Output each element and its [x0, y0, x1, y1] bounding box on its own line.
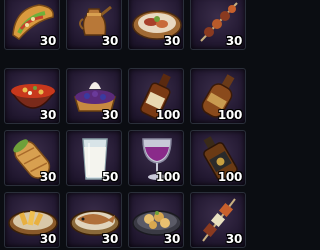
kebab-slot[interactable]: 30: [190, 192, 246, 248]
fish-plate-slot[interactable]: 30: [66, 192, 122, 248]
wine-glass-slot[interactable]: 100: [128, 130, 184, 186]
quantity-label: 30: [39, 34, 56, 48]
brown-bottle-slot[interactable]: 100: [128, 68, 184, 124]
taco-slot[interactable]: 30: [4, 0, 60, 50]
quantity-label: 30: [101, 34, 118, 48]
milk-glass-slot[interactable]: 50: [66, 130, 122, 186]
quantity-label: 30: [163, 34, 180, 48]
quantity-label: 100: [217, 170, 242, 184]
berry-tart-slot[interactable]: 30: [66, 68, 122, 124]
whiskey-bottle-slot[interactable]: 100: [190, 130, 246, 186]
quantity-label: 30: [39, 232, 56, 246]
meat-platter-slot[interactable]: 30: [128, 0, 184, 50]
quantity-label: 30: [39, 170, 56, 184]
quantity-label: 30: [101, 108, 118, 122]
quantity-label: 30: [163, 232, 180, 246]
quantity-label: 30: [39, 108, 56, 122]
quantity-label: 30: [101, 232, 118, 246]
round-bottle-slot[interactable]: 100: [190, 68, 246, 124]
quantity-label: 100: [217, 108, 242, 122]
quantity-label: 50: [101, 170, 118, 184]
dumpling-plate-slot[interactable]: 30: [128, 192, 184, 248]
quantity-label: 100: [155, 108, 180, 122]
stew-bowl-slot[interactable]: 30: [4, 68, 60, 124]
coffee-pot-slot[interactable]: 30: [66, 0, 122, 50]
inventory-grid: 30 30 30 30 30 30 100 100 30 50 100 100 …: [0, 0, 250, 250]
quantity-label: 30: [225, 232, 242, 246]
quantity-label: 30: [225, 34, 242, 48]
fries-plate-slot[interactable]: 30: [4, 192, 60, 248]
wrap-slot[interactable]: 30: [4, 130, 60, 186]
quantity-label: 100: [155, 170, 180, 184]
skewer-slot[interactable]: 30: [190, 0, 246, 50]
